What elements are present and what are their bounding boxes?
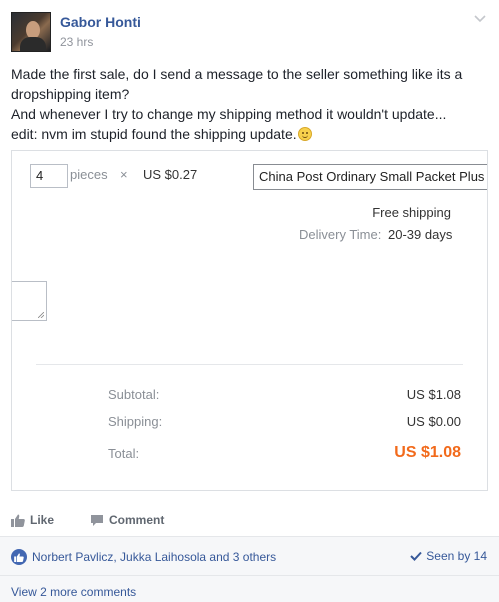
quantity-input: 4 (30, 164, 68, 188)
post-text-edit: edit: nvm im stupid found the shipping u… (11, 126, 297, 142)
post-text-line: dropshipping item? (11, 86, 130, 102)
author-name[interactable]: Gabor Honti (60, 14, 141, 30)
unit-price: US $0.27 (143, 167, 198, 182)
multiply-sign: × (120, 167, 128, 182)
seen-by-link[interactable]: Seen by 14 (410, 549, 487, 563)
post-header: Gabor Honti 23 hrs (0, 0, 499, 60)
total-value: US $1.08 (394, 444, 461, 461)
post-text: Made the first sale, do I send a message… (11, 64, 491, 144)
pieces-label: pieces (70, 167, 108, 182)
subtotal-label: Subtotal: (108, 387, 160, 402)
thumbs-up-icon (11, 514, 25, 527)
total-label: Total: (108, 446, 140, 461)
shipping-method-select: China Post Ordinary Small Packet Plus (253, 164, 487, 190)
post-text-line-last: edit: nvm im stupid found the shipping u… (11, 124, 491, 144)
smiley-icon (297, 127, 312, 141)
avatar-body (20, 37, 46, 51)
delivery-time-value: 20-39 days (388, 227, 453, 242)
summary-divider (36, 364, 463, 365)
comments-bar: View 2 more comments (0, 576, 499, 602)
chevron-down-icon[interactable] (473, 12, 487, 26)
likers-text: Norbert Pavlicz, Jukka Laihosola and 3 o… (32, 550, 277, 564)
checkmark-icon (410, 551, 423, 561)
attached-screenshot[interactable]: 4 pieces × US $0.27 China Post Ordinary … (11, 150, 488, 491)
resize-grip-icon (38, 312, 44, 318)
message-textarea (12, 281, 47, 321)
view-more-comments-link[interactable]: View 2 more comments (11, 585, 136, 599)
comment-button[interactable]: Comment (90, 513, 164, 527)
seen-by-text: Seen by 14 (426, 549, 487, 563)
shipping-value: US $0.00 (406, 414, 461, 429)
likers-link[interactable]: Norbert Pavlicz, Jukka Laihosola and 3 o… (11, 549, 276, 565)
delivery-time-label: Delivery Time: (299, 227, 382, 242)
comment-label: Comment (109, 513, 165, 527)
like-label: Like (30, 513, 55, 527)
avatar[interactable] (11, 12, 51, 52)
post-actions: Like Comment (0, 507, 499, 533)
subtotal-value: US $1.08 (406, 387, 461, 402)
post-text-line: And whenever I try to change my shipping… (11, 106, 447, 122)
like-badge-icon (11, 549, 27, 565)
shipping-label: Shipping: (108, 414, 163, 429)
like-button[interactable]: Like (11, 513, 54, 527)
post-timestamp[interactable]: 23 hrs (60, 35, 93, 49)
reactions-bar: Norbert Pavlicz, Jukka Laihosola and 3 o… (0, 537, 499, 575)
free-shipping-label: Free shipping (372, 205, 451, 220)
post-text-line: Made the first sale, do I send a message… (11, 66, 463, 82)
comment-icon (91, 514, 103, 526)
